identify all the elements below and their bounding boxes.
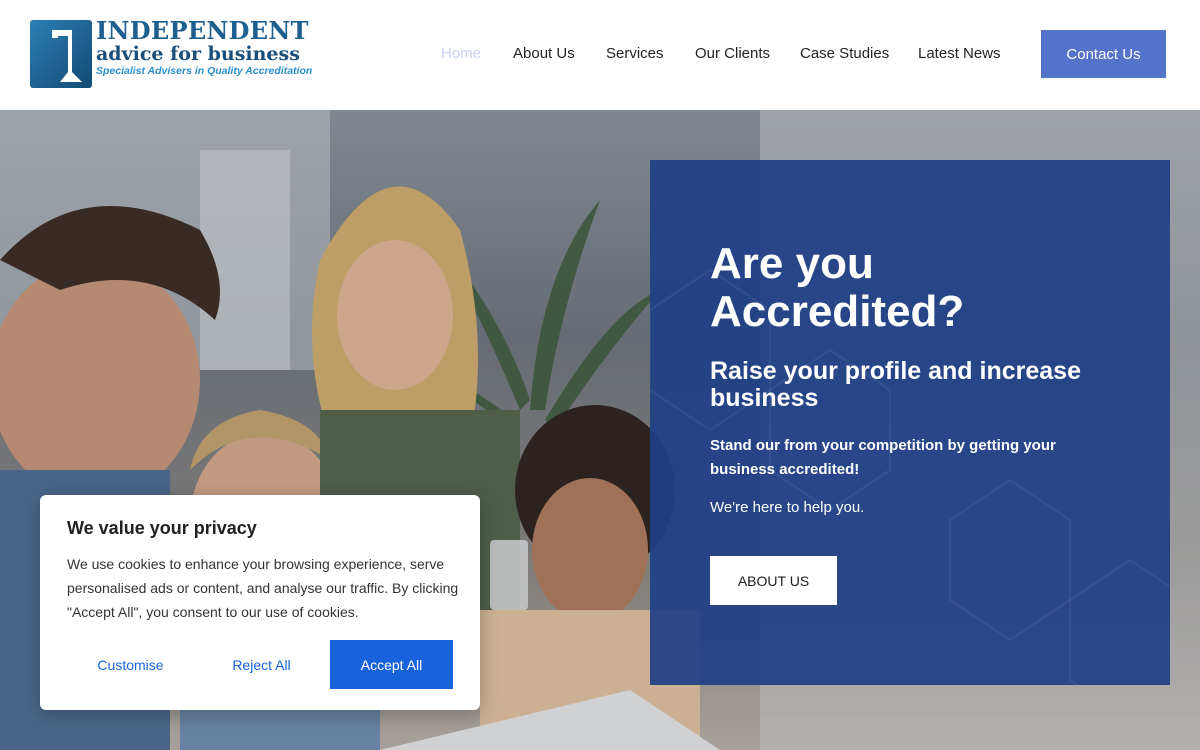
logo-tagline: Specialist Advisers in Quality Accredita… (96, 65, 313, 77)
hero-lead-text: Stand our from your competition by getti… (710, 437, 1056, 478)
about-us-button[interactable]: ABOUT US (710, 556, 837, 605)
cookie-title: We value your privacy (67, 518, 257, 538)
nav-item-case-studies[interactable]: Case Studies (800, 45, 889, 62)
hero-panel: Are you Accredited? Raise your profile a… (650, 160, 1170, 685)
logo-line-1: INDEPENDENT (96, 16, 309, 45)
nav-item-about-us[interactable]: About Us (513, 45, 575, 62)
customise-button[interactable]: Customise (67, 640, 194, 689)
accept-all-button[interactable]: Accept All (330, 640, 453, 689)
cookie-description: We use cookies to enhance your browsing … (67, 556, 459, 620)
contact-us-button[interactable]: Contact Us (1041, 30, 1166, 78)
nav-item-our-clients[interactable]: Our Clients (695, 45, 770, 62)
main-nav: Home About Us Services Our Clients Case … (0, 45, 1200, 65)
nav-item-latest-news[interactable]: Latest News (918, 45, 1001, 62)
nav-item-services[interactable]: Services (606, 45, 664, 62)
nav-item-home[interactable]: Home (441, 45, 481, 62)
reject-all-button[interactable]: Reject All (198, 640, 325, 689)
cookie-consent-banner: We value your privacy We use cookies to … (40, 495, 480, 710)
site-header: INDEPENDENT advice for business Speciali… (0, 0, 1200, 110)
hero-subtitle: Raise your profile and increase business (710, 357, 1081, 412)
hero-help-text: We're here to help you. (710, 499, 865, 516)
hero-title: Are you Accredited? (710, 239, 965, 336)
